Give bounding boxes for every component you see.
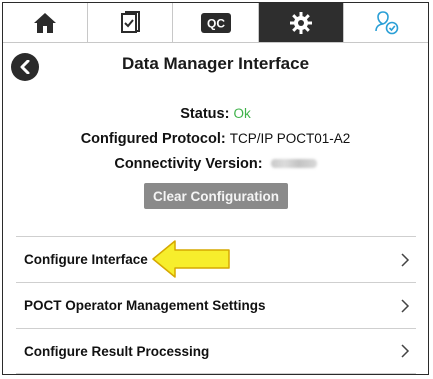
protocol-label: Configured Protocol: bbox=[80, 131, 226, 147]
tab-settings[interactable] bbox=[258, 3, 344, 42]
tab-operator[interactable] bbox=[343, 3, 428, 42]
tab-qc[interactable]: QC bbox=[173, 3, 259, 42]
protocol-value: TCP/IP POCT01-A2 bbox=[229, 131, 351, 146]
clipboard-check-icon bbox=[121, 10, 141, 33]
page-title: Data Manager Interface bbox=[121, 54, 310, 73]
chevron-right-icon bbox=[401, 344, 410, 358]
protocol-line: Configured Protocol: TCP/IP POCT01-A2 bbox=[3, 131, 428, 147]
home-icon bbox=[34, 12, 57, 33]
menu-item-label: Configure Interface bbox=[24, 252, 148, 267]
qc-icon: QC bbox=[200, 12, 231, 33]
connectivity-label: Connectivity Version: bbox=[114, 156, 263, 172]
yellow-arrow-icon bbox=[152, 240, 230, 278]
status-label: Status: bbox=[180, 106, 230, 122]
gear-icon bbox=[289, 11, 312, 34]
clear-configuration-button[interactable]: Clear Configuration bbox=[144, 183, 288, 209]
connectivity-version-redacted bbox=[270, 158, 317, 168]
svg-text:QC: QC bbox=[207, 16, 225, 30]
status-value: Ok bbox=[233, 106, 251, 121]
menu-item-label: POCT Operator Management Settings bbox=[24, 298, 266, 313]
top-tab-bar: QC bbox=[3, 3, 428, 43]
chevron-right-icon bbox=[401, 298, 410, 313]
status-line: Status: Ok bbox=[3, 106, 428, 122]
device-screen: QC Data Manager Interface Status: Ok Con… bbox=[2, 2, 429, 375]
menu-item-label: Configure Result Processing bbox=[24, 343, 210, 359]
tab-tests[interactable] bbox=[88, 3, 174, 42]
chevron-right-icon bbox=[401, 252, 410, 267]
user-check-icon bbox=[375, 10, 399, 34]
menu-item-configure-result-processing[interactable]: Configure Result Processing bbox=[16, 328, 416, 374]
menu-item-poct-operator-management[interactable]: POCT Operator Management Settings bbox=[16, 282, 416, 328]
tab-home[interactable] bbox=[3, 3, 89, 42]
connectivity-line: Connectivity Version: bbox=[3, 156, 428, 172]
